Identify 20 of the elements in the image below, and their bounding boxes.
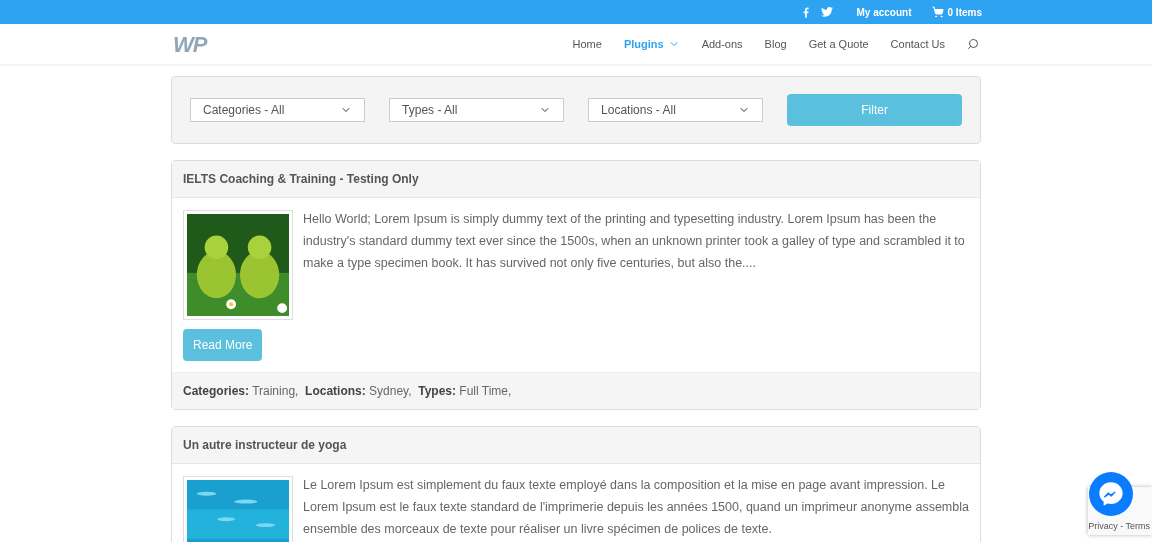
nav-link[interactable]: Home: [572, 35, 602, 53]
listing-title[interactable]: Un autre instructeur de yoga: [183, 436, 347, 454]
filter-select[interactable]: Types - All: [389, 98, 565, 122]
messenger-icon: [1097, 480, 1125, 508]
nav-link[interactable]: Get a Quote: [808, 35, 869, 53]
facebook-icon[interactable]: [802, 6, 809, 18]
listing-title[interactable]: IELTS Coaching & Training - Testing Only: [183, 170, 419, 188]
cart-icon: [931, 6, 944, 18]
filter-select[interactable]: Locations - All: [588, 98, 764, 122]
filter-select[interactable]: Categories - All: [190, 98, 366, 122]
listing-meta: Categories: Training, Locations: Sydney, Types: Full Time,: [183, 383, 512, 400]
messenger-button[interactable]: [1089, 472, 1133, 516]
twitter-icon[interactable]: [820, 7, 833, 17]
privacy-terms-links[interactable]: Privacy - Terms: [1088, 519, 1150, 533]
search-icon[interactable]: [967, 38, 979, 50]
nav-link[interactable]: Blog: [764, 35, 787, 53]
listing-description: Hello World; Lorem Ipsum is simply dummy text of the printing and typesetting industry. Lorem Ipsum has been the industry's standard dummy text ever since the 1500s, when an unknown printer took a galley of type and scrambled it to make a type specimen book. It has survived not only five centuries, but also the....: [303, 211, 966, 272]
nav-link[interactable]: Add-ons: [701, 35, 743, 53]
nav-link[interactable]: Contact Us: [890, 35, 945, 53]
listing-description: Le Lorem Ipsum est simplement du faux texte employé dans la composition et la mise en page avant impression. Le Lorem Ipsum est le faux texte standard de l'imprimerie depuis les années 1500, quand un imprimeur anonyme assembla ensemble des morceaux de texte pour réaliser un livre spécimen de polices de texte.: [303, 477, 969, 538]
